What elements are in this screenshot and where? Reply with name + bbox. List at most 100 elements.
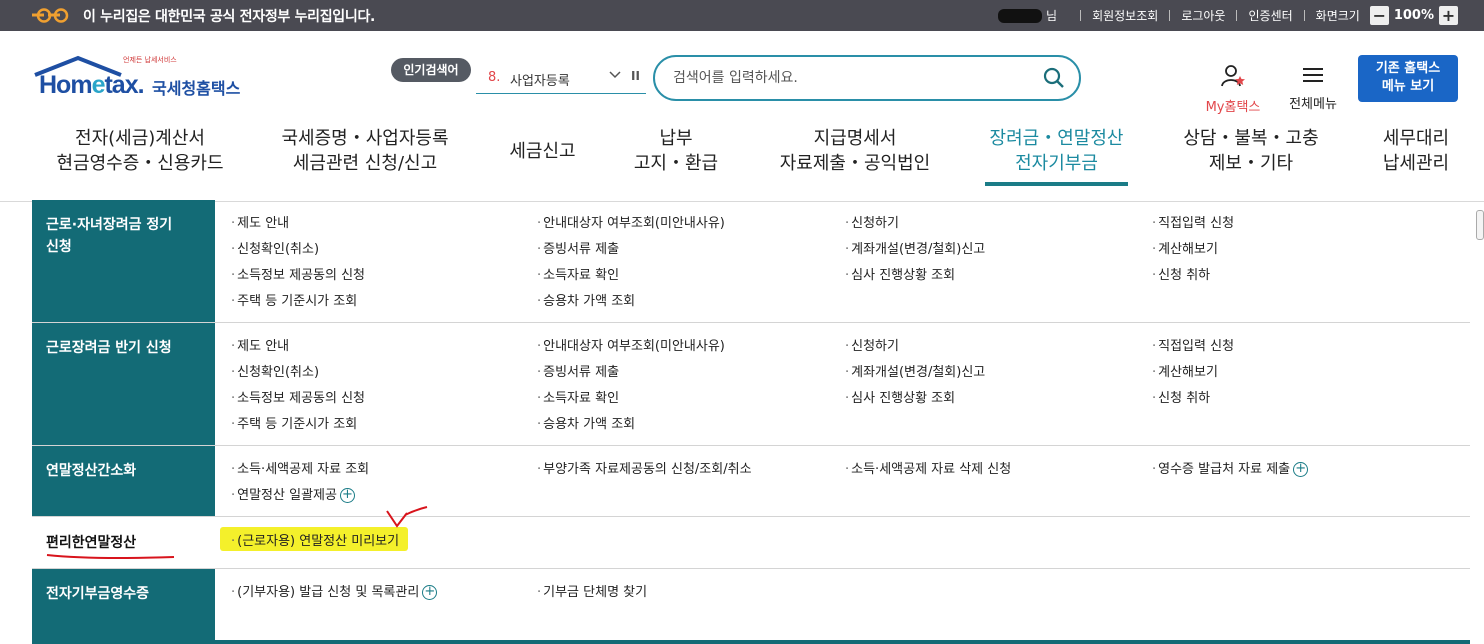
section-title[interactable]: 전자기부금영수증: [32, 569, 215, 641]
divider: [1080, 10, 1082, 21]
submenu-link[interactable]: · 심사 진행상황 조회: [845, 387, 955, 406]
hamburger-icon: [1303, 68, 1323, 82]
classic-button-line2: 메뉴 보기: [1381, 79, 1435, 94]
zoom-out-button[interactable]: −: [1369, 6, 1389, 25]
red-checkmark-annotation: [386, 506, 428, 528]
logout-link[interactable]: 로그아웃: [1181, 7, 1225, 24]
gnb-certificates[interactable]: 국세증명・사업자등록 세금관련 신청/신고: [280, 126, 450, 176]
submenu-link[interactable]: · 계좌개설(변경/철회)신고: [845, 238, 985, 257]
submenu-link[interactable]: · 안내대상자 여부조회(미안내사유): [537, 212, 725, 231]
logo-wordmark: Hometax.: [39, 71, 145, 99]
logo-korean-name: 국세청홈택스: [152, 79, 241, 98]
submenu-link[interactable]: · 신청하기: [845, 212, 899, 231]
gnb-payment[interactable]: 납부 고지・환급: [630, 126, 722, 176]
submenu-link[interactable]: · (기부자용) 발급 신청 및 목록관리 +: [231, 581, 438, 600]
submenu-link[interactable]: · 심사 진행상황 조회: [845, 264, 955, 283]
submenu-link[interactable]: · 소득자료 확인: [537, 387, 619, 406]
submenu-link[interactable]: · 신청확인(취소): [231, 361, 319, 380]
submenu-link[interactable]: · 소득정보 제공동의 신청: [231, 387, 365, 406]
submenu-link[interactable]: · 계산해보기: [1152, 238, 1218, 257]
submenu-link[interactable]: · 직접입력 신청: [1152, 335, 1234, 354]
submenu-link[interactable]: · 주택 등 기준시가 조회: [231, 413, 357, 432]
submenu-link[interactable]: · 제도 안내: [231, 212, 289, 231]
search-icon[interactable]: [1043, 67, 1065, 93]
red-underline-annotation: [46, 554, 175, 560]
all-menu-label: 전체메뉴: [1289, 97, 1337, 112]
gnb-consultation[interactable]: 상담・불복・고충 제보・기타: [1180, 126, 1322, 176]
divider: [1169, 10, 1171, 21]
section-title[interactable]: 연말정산간소화: [32, 446, 215, 516]
submenu-row: 근로·자녀장려금 정기 신청 · 제도 안내 · 안내대상자 여부조회(미안내사유) …: [32, 200, 1470, 323]
submenu-link[interactable]: · 승용차 가액 조회: [537, 413, 635, 432]
main-navigation: 전자(세금)계산서 현금영수증・신용카드 국세증명・사업자등록 세금관련 신청/신고…: [0, 124, 1484, 202]
gnb-tax-agent[interactable]: 세무대리 납세관리: [1376, 126, 1456, 176]
gnb-e-invoice[interactable]: 전자(세금)계산서 현금영수증・신용카드: [56, 126, 224, 176]
zoom-level: 100%: [1393, 8, 1434, 23]
gov-banner: 이 누리집은 대한민국 공식 전자정부 누리집입니다. 님 회원정보조회 로그아…: [0, 0, 1484, 31]
submenu-link[interactable]: · 제도 안내: [231, 335, 289, 354]
panel-bottom-border: [32, 640, 1470, 644]
all-menu-button[interactable]: 전체메뉴: [1284, 66, 1342, 112]
submenu-link[interactable]: · 신청확인(취소): [231, 238, 319, 257]
submenu-link[interactable]: · 신청하기: [845, 335, 899, 354]
my-hometax-label: My홈택스: [1205, 100, 1261, 115]
submenu-row: 전자기부금영수증 · (기부자용) 발급 신청 및 목록관리 + · 기부금 단체명 …: [32, 569, 1470, 641]
submenu-row: 연말정산간소화 · 소득·세액공제 자료 조회 · 부양가족 자료제공동의 신청/조…: [32, 446, 1470, 517]
gnb-tax-filing[interactable]: 세금신고: [505, 139, 580, 164]
screen-size-label: 화면크기: [1315, 9, 1360, 23]
search-input[interactable]: [673, 68, 1033, 88]
submenu-link[interactable]: · 부양가족 자료제공동의 신청/조회/취소: [537, 458, 752, 477]
cert-center-link[interactable]: 인증센터: [1248, 7, 1292, 24]
section-title[interactable]: 근로·자녀장려금 정기 신청: [32, 200, 215, 322]
zoom-in-button[interactable]: +: [1439, 6, 1458, 25]
submenu-panel: 근로·자녀장려금 정기 신청 · 제도 안내 · 안내대상자 여부조회(미안내사유) …: [32, 200, 1470, 644]
submenu-link[interactable]: · 증빙서류 제출: [537, 238, 619, 257]
submenu-link[interactable]: · 소득정보 제공동의 신청: [231, 264, 365, 283]
egov-logo-icon: [32, 8, 69, 23]
hometax-logo[interactable]: 언제든 납세서비스 Hometax. 국세청홈택스: [33, 55, 253, 105]
submenu-row: 편리한연말정산 · (근로자용) 연말정산 미리보기: [32, 517, 1470, 569]
submenu-link[interactable]: · 소득·세액공제 자료 삭제 신청: [845, 458, 1011, 477]
submenu-link[interactable]: · 계산해보기: [1152, 361, 1218, 380]
member-info-link[interactable]: 회원정보조회: [1092, 7, 1158, 24]
divider: [1303, 10, 1305, 21]
classic-button-line1: 기존 홈택스: [1375, 61, 1441, 76]
submenu-link[interactable]: · 주택 등 기준시가 조회: [231, 290, 357, 309]
gnb-incentive-yearend[interactable]: 장려금・연말정산 전자기부금: [985, 126, 1128, 176]
submenu-link[interactable]: · 영수증 발급처 자료 제출 +: [1152, 458, 1309, 477]
divider: [1236, 10, 1238, 21]
popular-keyword-badge: 인기검색어: [391, 58, 471, 82]
pause-rolling-button[interactable]: II: [631, 69, 640, 83]
submenu-link[interactable]: · 신청 취하: [1152, 264, 1210, 283]
search-box: [653, 55, 1081, 101]
submenu-link[interactable]: · (근로자용) 연말정산 미리보기: [231, 530, 399, 549]
submenu-link[interactable]: · 안내대상자 여부조회(미안내사유): [537, 335, 725, 354]
expand-plus-icon[interactable]: +: [339, 488, 355, 503]
gnb-statements[interactable]: 지급명세서 자료제출・공익법인: [776, 126, 934, 176]
scrollbar-thumb[interactable]: [1476, 210, 1484, 240]
utility-menu: 님 회원정보조회 로그아웃 인증센터 화면크기 − 100% +: [998, 0, 1484, 31]
expand-plus-icon[interactable]: +: [1293, 462, 1309, 477]
chevron-down-icon[interactable]: [608, 67, 622, 85]
active-tab-indicator: [985, 182, 1128, 186]
popular-rank: 8.: [488, 70, 501, 85]
submenu-link[interactable]: · 승용차 가액 조회: [537, 290, 635, 309]
user-icon: [1221, 65, 1245, 87]
submenu-link[interactable]: · 소득자료 확인: [537, 264, 619, 283]
user-name-suffix: 님: [1046, 9, 1058, 23]
classic-hometax-button[interactable]: 기존 홈택스 메뉴 보기: [1358, 55, 1458, 102]
expand-plus-icon[interactable]: +: [422, 585, 438, 600]
submenu-link[interactable]: · 소득·세액공제 자료 조회: [231, 458, 369, 477]
submenu-link[interactable]: · 계좌개설(변경/철회)신고: [845, 361, 985, 380]
submenu-link[interactable]: · 증빙서류 제출: [537, 361, 619, 380]
submenu-link[interactable]: · 직접입력 신청: [1152, 212, 1234, 231]
popular-keyword-select[interactable]: 8. 사업자등록 II: [476, 64, 646, 94]
popular-keyword[interactable]: 사업자등록: [510, 70, 570, 89]
submenu-link[interactable]: · 신청 취하: [1152, 387, 1210, 406]
logo-tagline: 언제든 납세서비스: [123, 56, 177, 64]
user-name-redacted: [998, 8, 1043, 23]
section-title[interactable]: 근로장려금 반기 신청: [32, 323, 215, 445]
submenu-link[interactable]: · 기부금 단체명 찾기: [537, 581, 647, 600]
my-hometax-button[interactable]: My홈택스: [1198, 64, 1268, 115]
submenu-link[interactable]: · 연말정산 일괄제공 +: [231, 484, 355, 503]
